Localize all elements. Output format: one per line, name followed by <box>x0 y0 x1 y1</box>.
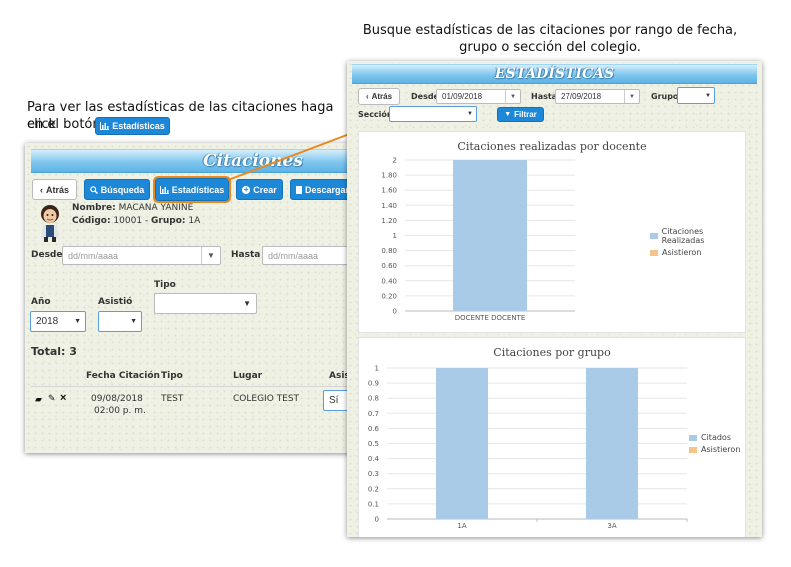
chart-docente-legend: Citaciones Realizadas Asistieron <box>650 227 745 260</box>
filter-icon: ▼ <box>504 111 512 118</box>
filter-label: Filtrar <box>514 110 537 119</box>
y-tick-label: 0.80 <box>381 247 397 255</box>
y-tick-label: 0.8 <box>368 395 379 403</box>
legend-entry[interactable]: Citaciones Realizadas <box>650 227 745 245</box>
stats-seccion-select[interactable]: ▼ <box>389 106 477 122</box>
stats-desde-label: Desde <box>411 92 439 101</box>
x-tick-label: DOCENTE DOCENTE <box>455 314 526 322</box>
bar <box>586 368 638 519</box>
x-tick-label: 1A <box>457 522 466 530</box>
chevron-down-icon: ▼ <box>505 90 520 103</box>
legend-swatch <box>689 434 697 441</box>
y-tick-label: 0.20 <box>381 292 397 300</box>
chevron-down-icon: ▼ <box>624 90 639 103</box>
chevron-down-icon: ▼ <box>467 111 473 117</box>
stats-grupo-label: Grupo <box>651 92 679 101</box>
y-tick-label: 0.60 <box>381 262 397 270</box>
bar <box>453 160 527 311</box>
y-tick-label: 0.2 <box>368 485 379 493</box>
legend-entry[interactable]: Asistieron <box>689 445 740 454</box>
legend-entry[interactable]: Citados <box>689 433 740 442</box>
stats-grupo-select[interactable]: ▼ <box>677 87 715 104</box>
stats-desde-input[interactable]: 01/09/2018 ▼ <box>436 89 521 104</box>
y-tick-label: 2 <box>393 157 397 165</box>
y-tick-label: 1 <box>375 365 379 373</box>
y-tick-label: 1 <box>393 232 397 240</box>
y-tick-label: 0.3 <box>368 470 379 478</box>
legend-label: Asistieron <box>701 445 741 454</box>
stats-desde-value: 01/09/2018 <box>442 92 483 101</box>
chart-grupo-legend: Citados Asistieron <box>689 433 740 457</box>
legend-entry[interactable]: Asistieron <box>650 248 745 257</box>
legend-swatch <box>689 446 697 453</box>
estadisticas-panel: ESTADÍSTICAS ‹ Atrás Desde 01/09/2018 ▼ H… <box>347 61 762 537</box>
y-tick-label: 1.60 <box>381 187 397 195</box>
chart-grupo-card: Citaciones por grupo 0 0.1 0.2 0.3 0.4 0.5 0.6… <box>358 337 746 537</box>
stats-back-button[interactable]: ‹ Atrás <box>358 88 400 105</box>
stats-hasta-label: Hasta <box>531 92 558 101</box>
legend-label: Citados <box>701 433 731 442</box>
stats-hasta-input[interactable]: 27/09/2018 ▼ <box>555 89 640 104</box>
stats-hasta-value: 27/09/2018 <box>561 92 602 101</box>
stats-seccion-label: Sección <box>358 110 393 119</box>
y-tick-label: 1.20 <box>381 217 397 225</box>
legend-label: Citaciones Realizadas <box>661 227 705 245</box>
stats-back-label: Atrás <box>371 92 393 101</box>
estadisticas-banner: ESTADÍSTICAS <box>352 64 757 84</box>
bar <box>436 368 488 519</box>
y-tick-label: 1.80 <box>381 172 397 180</box>
y-tick-label: 0 <box>393 308 397 316</box>
estadisticas-title: ESTADÍSTICAS <box>494 66 615 82</box>
y-tick-label: 0.40 <box>381 277 397 285</box>
y-tick-label: 1.40 <box>381 202 397 210</box>
y-tick-label: 0.6 <box>368 425 380 433</box>
chart-docente-card: Citaciones realizadas por docente 0 0.20 0… <box>358 131 746 333</box>
y-tick-label: 0.4 <box>368 455 380 463</box>
y-tick-label: 0 <box>375 516 379 524</box>
legend-label: Asistieron <box>662 248 702 257</box>
legend-swatch <box>650 249 658 256</box>
legend-swatch <box>650 233 658 239</box>
chevron-down-icon: ▼ <box>705 92 711 99</box>
y-tick-label: 0.9 <box>368 380 379 388</box>
y-tick-label: 0.7 <box>368 410 379 418</box>
filter-button[interactable]: ▼ Filtrar <box>497 107 544 122</box>
chevron-left-icon: ‹ <box>365 92 369 101</box>
chart-grupo: 0 0.1 0.2 0.3 0.4 0.5 0.6 0.7 0.8 0.9 1 1A 3A <box>368 365 688 530</box>
y-tick-label: 0.5 <box>368 440 379 448</box>
y-tick-label: 0.1 <box>368 500 379 508</box>
x-tick-label: 3A <box>607 522 616 530</box>
